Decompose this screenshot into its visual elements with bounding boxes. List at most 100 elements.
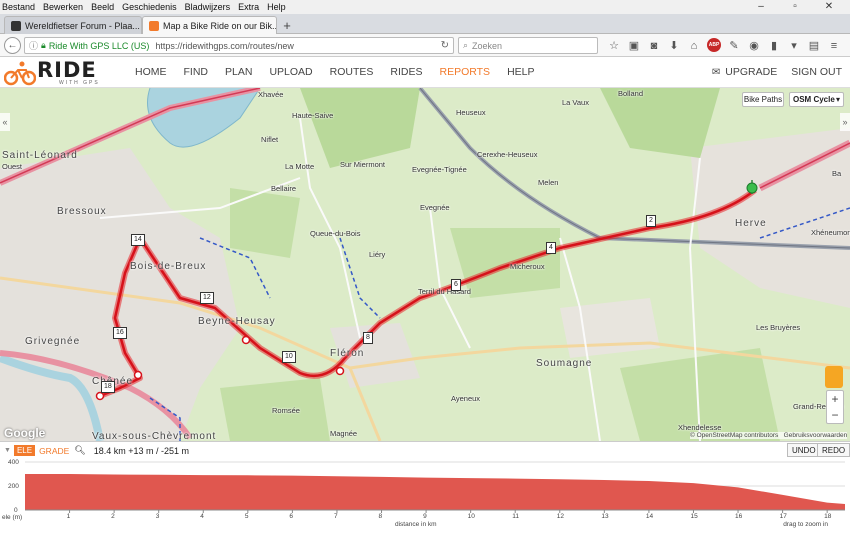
menu-beeld[interactable]: Beeld [91, 2, 114, 12]
site-identity[interactable]: Ride With GPS LLC (US) [49, 41, 150, 51]
url-bar[interactable]: ⓘ 🔒︎ Ride With GPS LLC (US) https://ride… [24, 37, 454, 54]
download-icon[interactable]: ⬇ [664, 37, 684, 54]
menu-bladwijzers[interactable]: Bladwijzers [185, 2, 231, 12]
basemap-select[interactable]: OSM Cycle ▾ [789, 92, 844, 107]
x-tick-label: 5 [244, 513, 249, 520]
zoom-in-icon[interactable]: + [831, 391, 838, 407]
adblock-icon[interactable]: ABP [707, 38, 721, 52]
collapse-left-icon[interactable]: « [0, 113, 10, 131]
x-tick-label: 13 [601, 513, 609, 520]
place-label: Ouest [2, 162, 23, 171]
y-tick-label: 0 [14, 507, 18, 514]
route-km-marker: 4 [546, 242, 556, 254]
route-km-marker: 12 [200, 292, 214, 304]
tab-grade[interactable]: GRADE [39, 446, 69, 456]
undo-button[interactable]: UNDO [787, 443, 821, 457]
elevation-area [25, 474, 845, 510]
place-label-vaux: Vaux-sous-Chèvremont [92, 431, 217, 441]
place-label: Sur Miermont [340, 160, 386, 169]
overflow-icon[interactable]: ▾ [784, 37, 804, 54]
google-logo[interactable]: Google [4, 426, 45, 440]
x-tick-label: 15 [690, 513, 698, 520]
street-view-pegman-icon[interactable] [825, 366, 843, 388]
nav-reports[interactable]: REPORTS [439, 66, 490, 78]
mail-icon[interactable]: ✉ [712, 67, 720, 78]
map-canvas[interactable] [0, 88, 850, 441]
terms-link[interactable]: Gebruiksvoorwaarden [784, 432, 848, 439]
y-axis-unit: ele (m) [2, 514, 23, 521]
elevation-chart[interactable]: 400 200 0 ele (m) 1 2 3 4 5 6 7 8 9 10 11 12 13 14 15 1… [0, 459, 850, 532]
nav-upload[interactable]: UPLOAD [269, 66, 312, 78]
menu-help[interactable]: Help [267, 2, 286, 12]
x-tick-label: 2 [111, 513, 115, 520]
menu-extra[interactable]: Extra [238, 2, 259, 12]
close-window-icon[interactable]: ✕ [816, 0, 842, 12]
sync-icon[interactable]: ◉ [744, 37, 764, 54]
search-input[interactable]: ⌕ Zoeken [458, 37, 598, 54]
extension-icon[interactable]: ✎ [724, 37, 744, 54]
url-text[interactable]: https://ridewithgps.com/routes/new [155, 41, 294, 51]
menu-bewerken[interactable]: Bewerken [43, 2, 83, 12]
menu-bestand[interactable]: Bestand [2, 2, 35, 12]
sidebar-icon[interactable]: ▤ [804, 37, 824, 54]
rwgps-logo[interactable]: RIDE WITH GPS [3, 58, 114, 86]
menu-geschiedenis[interactable]: Geschiedenis [122, 2, 177, 12]
nav-help[interactable]: HELP [507, 66, 534, 78]
place-label-herve: Herve [735, 218, 767, 229]
bike-paths-toggle[interactable]: Bike Paths [742, 92, 784, 107]
route-map[interactable]: Xhavée Haute-Saive Niflet La Motte Bella… [0, 88, 850, 441]
nav-find[interactable]: FIND [184, 66, 209, 78]
nav-routes[interactable]: ROUTES [330, 66, 374, 78]
x-tick-label: 6 [289, 513, 294, 520]
place-label: Les Bruyères [756, 323, 801, 332]
x-tick-label: 7 [333, 513, 338, 520]
place-label-bressoux: Bressoux [57, 206, 107, 217]
pocket-icon[interactable]: ◙ [644, 37, 664, 54]
place-label-grivegnee: Grivegnée [25, 336, 81, 347]
home-icon[interactable]: ⌂ [684, 37, 704, 54]
browser-navbar: ← ⓘ 🔒︎ Ride With GPS LLC (US) https://ri… [0, 34, 850, 57]
magnifier-icon[interactable]: 🔍︎ [74, 445, 85, 456]
x-tick-label: 8 [378, 513, 383, 520]
route-km-marker: 16 [113, 327, 127, 339]
minimize-icon[interactable]: – [748, 0, 774, 12]
place-label-saint-leonard: Saint-Léonard [2, 150, 78, 161]
info-icon[interactable]: ⓘ [29, 39, 38, 52]
nav-plan[interactable]: PLAN [225, 66, 252, 78]
lock-icon: 🔒︎ [41, 40, 46, 50]
osm-attribution[interactable]: © OpenStreetMap contributors [690, 432, 778, 439]
window-controls: – ▫ ✕ [748, 0, 850, 12]
collapse-triangle-icon[interactable]: ▼ [4, 447, 11, 454]
x-tick-label: 12 [556, 513, 565, 520]
redo-button[interactable]: REDO [817, 443, 850, 457]
place-label: Liéry [369, 250, 386, 259]
nav-rides[interactable]: RIDES [390, 66, 422, 78]
upgrade-link[interactable]: UPGRADE [725, 66, 777, 78]
back-icon[interactable]: ← [4, 37, 21, 54]
tab-elevation[interactable]: ELE [13, 445, 36, 456]
signout-link[interactable]: SIGN OUT [791, 66, 842, 78]
tab-wereldfietser[interactable]: Wereldfietser Forum - Plaa... ✕ [4, 16, 142, 34]
clipboard-icon[interactable]: ▣ [624, 37, 644, 54]
nav-home[interactable]: HOME [135, 66, 167, 78]
place-label: Haute-Saive [292, 111, 334, 120]
place-label: Terril du Hasard [418, 287, 471, 296]
tab-map-bike-ride[interactable]: Map a Bike Ride on our Bik... ✕ [142, 16, 277, 34]
route-km-marker: 14 [131, 234, 145, 246]
place-label: Ayeneux [451, 394, 481, 403]
place-label: Romsée [272, 406, 300, 415]
menu-icon[interactable]: ≡ [824, 37, 844, 54]
reload-icon[interactable]: ↻ [441, 40, 449, 51]
elevation-panel: ▼ ELE GRADE 🔍︎ 18.4 km +13 m / -251 m UN… [0, 441, 850, 531]
place-label: Bolland [618, 89, 644, 98]
route-km-marker: 6 [451, 279, 461, 291]
new-tab-icon[interactable]: + [279, 17, 295, 33]
maximize-icon[interactable]: ▫ [782, 0, 808, 12]
collapse-right-icon[interactable]: » [840, 113, 850, 131]
zoom-out-icon[interactable]: − [831, 407, 838, 423]
x-tick-label: 10 [467, 513, 475, 520]
bookmark-star-icon[interactable]: ☆ [604, 37, 624, 54]
search-placeholder: Zoeken [472, 40, 503, 51]
place-label: Xhéneumont [811, 228, 850, 237]
battery-icon[interactable]: ▮ [764, 37, 784, 54]
